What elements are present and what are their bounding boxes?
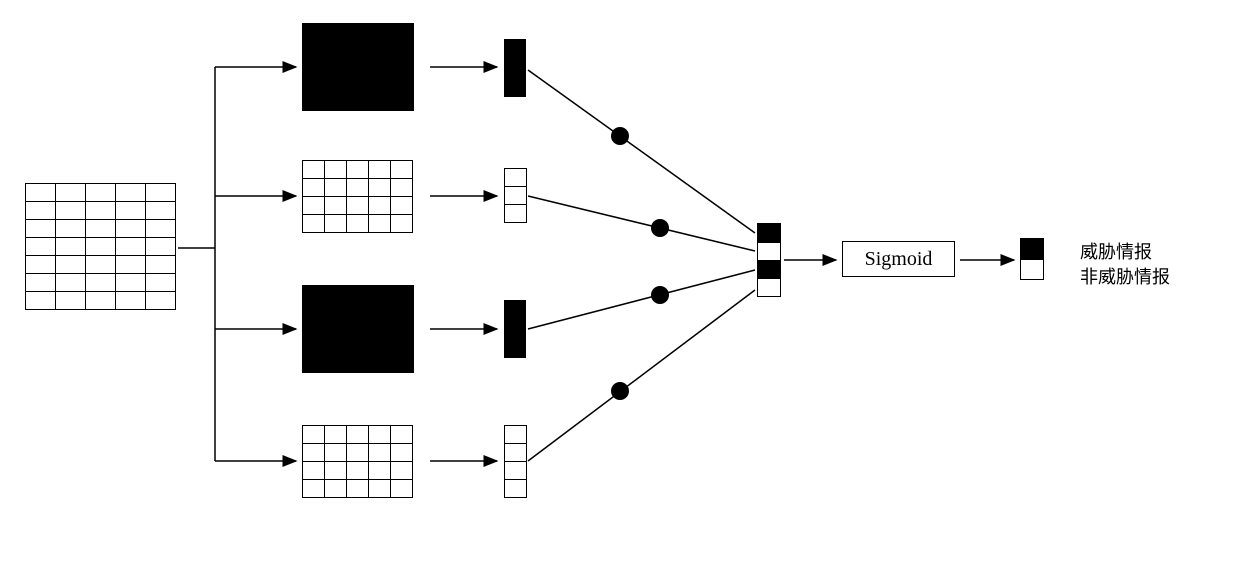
output-label-nonthreat: 非威胁情报 <box>1080 263 1170 289</box>
conv-grid-2 <box>302 160 413 233</box>
input-grid <box>25 183 176 310</box>
conv-block-4 <box>302 425 413 498</box>
conv-block-3 <box>302 285 414 373</box>
feature-vector-3 <box>504 300 526 358</box>
input-matrix <box>25 183 176 310</box>
feature-vector-4 <box>504 425 527 498</box>
feature-vector-2 <box>504 168 527 223</box>
conv-grid-4 <box>302 425 413 498</box>
conv-block-1 <box>302 23 414 111</box>
conv-block-2 <box>302 160 413 233</box>
combined-vector <box>757 223 781 297</box>
output-label-threat: 威胁情报 <box>1080 238 1152 264</box>
feature-vector-1 <box>504 39 526 97</box>
sigmoid-activation: Sigmoid <box>842 241 955 277</box>
diagram-connections <box>0 0 1239 565</box>
output-vector <box>1020 238 1044 280</box>
sigmoid-label: Sigmoid <box>865 248 933 271</box>
